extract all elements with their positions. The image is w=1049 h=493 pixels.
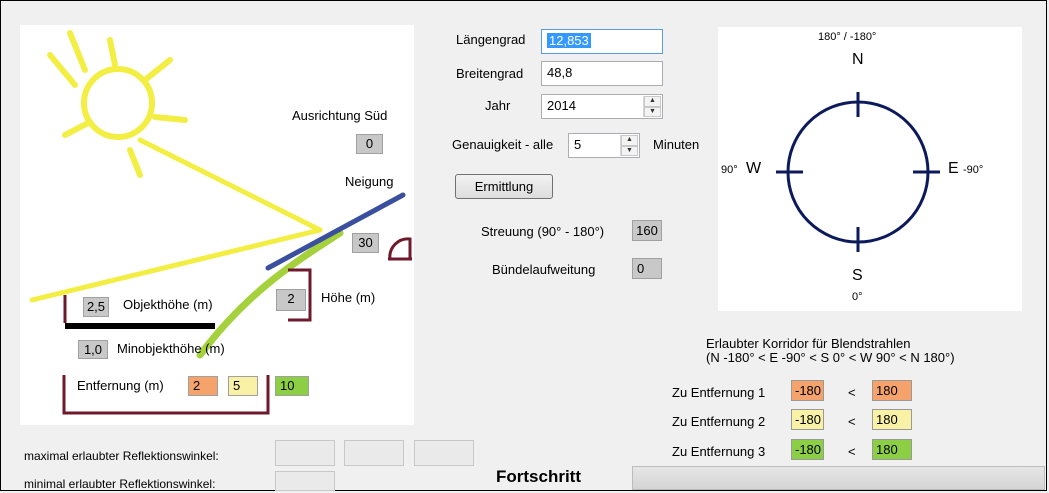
corridor-row-3-label: Zu Entfernung 3 xyxy=(672,444,766,459)
compass-s: S xyxy=(852,267,863,284)
compass-top-label: 180° / -180° xyxy=(818,31,877,43)
jahr-input[interactable]: 2014 ▲ ▼ xyxy=(541,94,663,119)
breitengrad-label: Breitengrad xyxy=(456,66,524,81)
corridor-row-1-label: Zu Entfernung 1 xyxy=(672,385,766,400)
corridor-row-1-min: -180 xyxy=(791,380,824,401)
genauigkeit-input[interactable]: 5 ▲ ▼ xyxy=(568,133,640,158)
corridor-row-2-label: Zu Entfernung 2 xyxy=(672,414,766,429)
corridor-row-2-lt: < xyxy=(848,414,856,429)
fortschritt-label: Fortschritt xyxy=(496,467,581,486)
breitengrad-input[interactable]: 48,8 xyxy=(541,61,663,86)
ausrichtung-value: 0 xyxy=(356,134,383,154)
spin-down-icon[interactable]: ▼ xyxy=(644,106,661,117)
reflection-beam xyxy=(196,229,344,359)
max-reflection-box-1 xyxy=(275,440,335,466)
jahr-label: Jahr xyxy=(485,98,511,113)
spin-up-icon[interactable]: ▲ xyxy=(621,135,638,146)
corridor-row-1-lt: < xyxy=(848,385,856,400)
compass-e: E xyxy=(948,160,959,177)
compass-w-deg: 90° xyxy=(721,164,738,176)
neigung-label: Neigung xyxy=(345,174,394,189)
objekthoehe-label: Objekthöhe (m) xyxy=(123,297,213,312)
hoehe-label: Höhe (m) xyxy=(321,290,376,305)
compass-e-deg: -90° xyxy=(963,164,984,176)
laengengrad-input[interactable]: 12,853 xyxy=(541,29,663,54)
diagram-drawing xyxy=(29,30,412,415)
corridor-row-2-max: 180 xyxy=(872,409,912,430)
hoehe-value: 2 xyxy=(276,289,306,311)
jahr-spinner[interactable]: ▲ ▼ xyxy=(643,96,661,117)
max-reflection-label: maximal erlaubter Reflektionswinkel: xyxy=(24,449,219,463)
corridor-row-3-max: 180 xyxy=(872,439,912,460)
entfernung-value-1: 2 xyxy=(188,376,218,396)
genauigkeit-spinner[interactable]: ▲ ▼ xyxy=(620,135,638,156)
corridor-row-3-min: -180 xyxy=(791,439,824,460)
ausrichtung-label: Ausrichtung Süd xyxy=(292,108,388,123)
objekthoehe-value: 2,5 xyxy=(83,297,109,317)
genauigkeit-value: 5 xyxy=(574,137,582,152)
neigung-value: 30 xyxy=(352,233,379,253)
streuung-label: Streuung (90° - 180°) xyxy=(481,224,605,239)
compass-w: W xyxy=(746,160,762,177)
min-reflection-label: minimal erlaubter Reflektionswinkel: xyxy=(24,477,216,491)
corridor-row-1-max: 180 xyxy=(872,380,912,401)
corridor-title-2: (N -180° < E -90° < S 0° < W 90° < N 180… xyxy=(706,350,955,365)
buendel-value: 0 xyxy=(632,258,662,279)
jahr-value: 2014 xyxy=(547,98,576,113)
compass-s-deg: 0° xyxy=(852,291,863,303)
minobjekthoehe-value: 1,0 xyxy=(78,340,108,359)
laengengrad-value: 12,853 xyxy=(547,33,591,48)
progress-bar xyxy=(632,466,1045,490)
diagram-panel xyxy=(20,25,414,425)
corridor-row-2-min: -180 xyxy=(791,409,824,430)
entfernung-value-3: 10 xyxy=(275,376,309,396)
spin-up-icon[interactable]: ▲ xyxy=(644,96,661,107)
compass-panel: 180° / -180° N S 0° 90° W E -90° xyxy=(718,27,1022,311)
minobjekthoehe-label: Minobjekthöhe (m) xyxy=(117,341,225,356)
minuten-label: Minuten xyxy=(653,137,700,152)
genauigkeit-label: Genauigkeit - alle xyxy=(452,137,554,152)
angle-icon xyxy=(388,237,412,261)
ermittlung-button[interactable]: Ermittlung xyxy=(455,174,553,199)
compass-circle xyxy=(786,100,930,244)
max-reflection-box-2 xyxy=(344,440,404,466)
streuung-value: 160 xyxy=(632,220,662,241)
entfernung-label: Entfernung (m) xyxy=(77,378,164,393)
corridor-title-1: Erlaubter Korridor für Blendstrahlen xyxy=(706,336,911,351)
corridor-row-3-lt: < xyxy=(848,444,856,459)
compass-n: N xyxy=(852,51,864,68)
panel-line xyxy=(265,192,406,271)
laengengrad-label: Längengrad xyxy=(456,32,526,47)
max-reflection-box-3 xyxy=(414,440,474,466)
entfernung-value-2: 5 xyxy=(228,376,258,396)
buendel-label: Bündelaufweitung xyxy=(492,262,596,277)
spin-down-icon[interactable]: ▼ xyxy=(621,145,638,156)
min-reflection-box-1 xyxy=(275,471,335,491)
